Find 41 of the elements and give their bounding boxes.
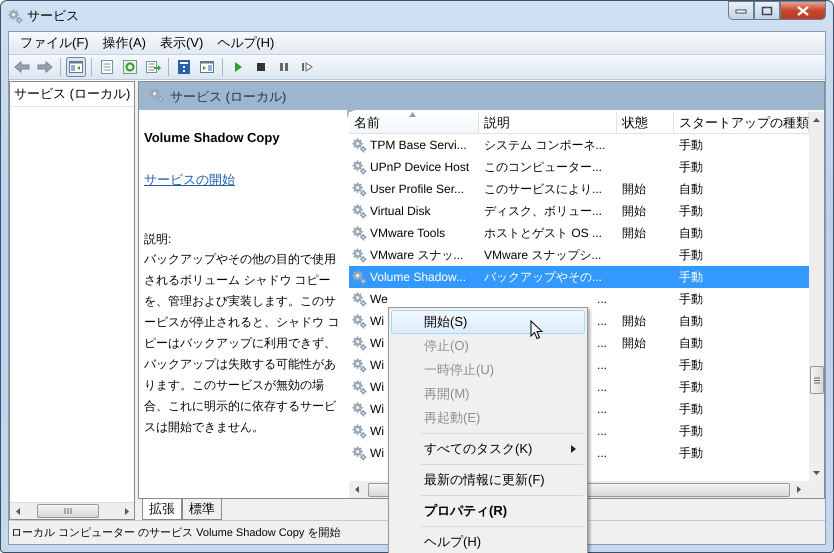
table-cell-text: VMware スナップシ... <box>483 246 602 264</box>
table-cell-text: 手動 <box>678 202 704 220</box>
table-cell-text: 手動 <box>678 136 704 154</box>
table-cell: ... <box>596 446 607 460</box>
table-cell-text: 手動 <box>678 158 704 176</box>
table-cell: ... <box>596 336 607 350</box>
table-cell-text: バックアップやその... <box>483 268 604 286</box>
table-cell-text: 手動 <box>678 444 704 462</box>
table-cell-text: 開始 <box>621 224 647 242</box>
table-cell-text: 開始 <box>621 312 647 330</box>
table-cell-text: このコンピューター... <box>483 158 604 176</box>
table-cell-text: システム コンポーネ... <box>483 136 606 154</box>
window-title: サービス <box>27 7 79 25</box>
table-cell: ... <box>596 314 607 328</box>
description-text: バックアップやその他の目的で使用されるボリューム シャドウ コピーを、管理および実装します。このサービスが停止されると、シャドウ コピーはバックアップに利用できず、バックアップは失敗する可能性があります。このサービスが無効の場合、これに明示的に依存するサービスは開始できません。 <box>144 251 340 436</box>
table-cell-text: 手動 <box>678 290 704 308</box>
table-cell: ... <box>596 402 607 416</box>
table-cell-text: 手動 <box>678 268 704 286</box>
description-label: 説明: <box>144 231 172 248</box>
table-cell-text: 自動 <box>678 224 704 242</box>
pane-title: サービス (ローカル) <box>170 88 286 106</box>
table-cell-text: 手動 <box>678 246 704 264</box>
service-title: Volume Shadow Copy <box>144 130 281 145</box>
table-cell: ... <box>596 358 607 372</box>
table-cell-text: 開始 <box>621 180 647 198</box>
table-cell-text: 自動 <box>678 334 704 352</box>
table-cell-text: 開始 <box>621 334 647 352</box>
table-cell-text: ディスク、ボリュー... <box>483 202 604 220</box>
table-cell-text: 手動 <box>678 400 704 418</box>
table-cell-text: 手動 <box>678 378 704 396</box>
table-cell-text: ホストとゲスト OS ... <box>483 224 604 242</box>
table-cell: ... <box>596 424 607 438</box>
table-cell: ... <box>596 380 607 394</box>
table-cell-text: 開始 <box>621 202 647 220</box>
table-cell-text: 自動 <box>678 180 704 198</box>
table-cell-text: 手動 <box>678 422 704 440</box>
table-cell-text: このサービスにより... <box>483 180 604 198</box>
table-cell-text: 自動 <box>678 312 704 330</box>
status-text: ローカル コンピューター のサービス Volume Shadow Copy を開始 <box>10 526 340 540</box>
table-cell: ... <box>596 292 607 306</box>
table-cell-text: 手動 <box>678 356 704 374</box>
